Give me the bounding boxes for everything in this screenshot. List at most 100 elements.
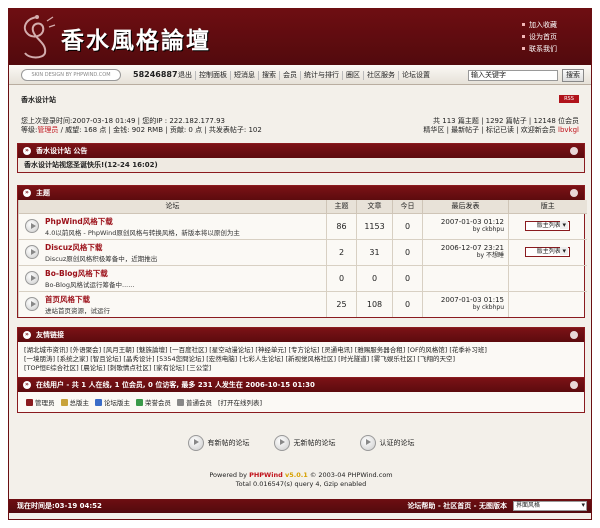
today-count: 0 bbox=[392, 264, 423, 291]
posts-count: 108 bbox=[356, 290, 393, 317]
last-post-date[interactable]: 2007-01-03 01:15 bbox=[423, 296, 504, 304]
menu-circle[interactable]: 圈区 bbox=[343, 71, 364, 80]
dragon-logo-icon bbox=[23, 15, 56, 59]
links-header: » 友情链接 bbox=[18, 328, 584, 342]
moderator-select[interactable]: 版主列表 bbox=[525, 221, 571, 231]
skin-button[interactable]: SKIN DESIGN BY PHPWIND.COM bbox=[21, 69, 121, 81]
col-topics: 主题 bbox=[326, 200, 357, 214]
status-bar: 现在时间是:03-19 04:52 论坛帮助 - 社区首页 - 无图版本 界面风… bbox=[9, 499, 591, 513]
col-last-post: 最后发表 bbox=[422, 200, 509, 214]
last-post-by[interactable]: by ckbhpu bbox=[423, 226, 504, 234]
super-mod-icon bbox=[60, 398, 68, 406]
bullet-icon: » bbox=[23, 331, 31, 339]
menu-settings[interactable]: 论坛设置 bbox=[399, 71, 433, 80]
forum-section: » 主题 论坛 主题 文章 今日 最后发表 版主 PhpWind风格下载 4.0以前… bbox=[17, 185, 587, 318]
contact-us-link[interactable]: 联系我们 bbox=[521, 43, 581, 55]
forum-desc: 进站首页资源，试运行 bbox=[45, 306, 110, 315]
last-post-by[interactable]: by 不想睡 bbox=[423, 252, 504, 260]
collapse-icon[interactable] bbox=[570, 189, 578, 197]
bullet-icon: » bbox=[23, 189, 31, 197]
menu-services[interactable]: 社区服务 bbox=[364, 71, 399, 80]
forum-status-icon bbox=[25, 219, 39, 233]
query-stats: Total 0.016547(s) query 4, Gzip enabled bbox=[235, 480, 367, 488]
topics-count: 2 bbox=[326, 238, 357, 265]
posts-count: 0 bbox=[356, 264, 393, 291]
set-homepage-link[interactable]: 设为首页 bbox=[521, 31, 581, 43]
links-line[interactable]: [TOP恒E综合社区] [晨论坛] [刺歌情点社区] [家有论坛] [三公堂] bbox=[24, 364, 578, 373]
site-title: 香水風格論壇 bbox=[61, 27, 211, 54]
collapse-icon[interactable] bbox=[570, 381, 578, 389]
forum-name[interactable]: 首页风格下载 bbox=[45, 294, 110, 305]
user-id: 58246887 bbox=[133, 70, 178, 79]
notice-section: » 香水设计站 公告 香水设计站视您圣诞快乐!(12-24 16:02) bbox=[17, 143, 585, 173]
bullet-icon: » bbox=[23, 147, 31, 155]
menu-items: 退出 控制面板 短消息 搜索 会员 统计与排行 圈区 社区服务 论坛设置 bbox=[175, 71, 433, 80]
user-stats: 等级:管理员 / 威望: 168 点 | 金钱: 902 RMB | 贡献: 0… bbox=[21, 126, 262, 134]
honor-icon bbox=[136, 398, 143, 406]
last-post-date[interactable]: 2006-12-07 23:21 bbox=[423, 244, 504, 252]
forum-status-icon bbox=[25, 297, 39, 312]
topics-count: 0 bbox=[326, 264, 357, 291]
header-banner: 香水風格論壇 加入收藏 设为首页 联系我们 bbox=[9, 9, 591, 65]
links-list: [湖北城市资讯] [外语聚会] [风月王朝] [魅族論壇] [一百度社区] [星… bbox=[18, 342, 584, 377]
collapse-icon[interactable] bbox=[570, 147, 578, 155]
col-moderator: 版主 bbox=[508, 200, 587, 214]
forum-name[interactable]: PhpWind风格下载 bbox=[45, 216, 240, 227]
search-input[interactable]: 输入关键字 bbox=[468, 70, 558, 81]
col-today: 今日 bbox=[392, 200, 423, 214]
posts-count: 1153 bbox=[356, 212, 393, 239]
online-legend: 管理员 总版主 论坛版主 荣誉会员 普通会员 [打开在线列表] bbox=[18, 392, 584, 412]
links-line[interactable]: [一境朋涛] [系统之家] [智且论坛] [晶秀设计] [5354您問论坛] [… bbox=[24, 355, 578, 364]
new-member-link[interactable]: lbvkgl bbox=[558, 126, 579, 134]
totals: 共 113 篇主题 | 1292 篇帖子 | 12148 位会员 bbox=[433, 117, 579, 125]
table-row: Discuz风格下载 Discuz原创风格积极筹备中，近期推出 2 31 0 20… bbox=[18, 238, 587, 265]
add-favorite-link[interactable]: 加入收藏 bbox=[521, 19, 581, 31]
forum-name[interactable]: Discuz风格下载 bbox=[45, 242, 157, 253]
footer-links[interactable]: 论坛帮助 - 社区首页 - 无图版本 bbox=[407, 499, 507, 513]
forum-desc: 4.0以前风格 - PhpWind原创风格与转换风格，新版本将以原创为主 bbox=[45, 228, 240, 237]
posts-count: 31 bbox=[356, 238, 393, 265]
powered-by: Powered by PHPWind v5.0.1 © 2003-04 PHPW… bbox=[9, 471, 591, 489]
collapse-icon[interactable] bbox=[570, 331, 578, 339]
phpwind-link[interactable]: PHPWind bbox=[249, 471, 283, 479]
links-line[interactable]: [湖北城市资讯] [外语聚会] [风月王朝] [魅族論壇] [一百度社区] [星… bbox=[24, 346, 578, 355]
admin-icon bbox=[26, 398, 33, 406]
forum-desc: Bo-Blog风格试运行筹备中...... bbox=[45, 280, 135, 289]
top-links: 加入收藏 设为首页 联系我们 bbox=[521, 19, 581, 55]
topics-count: 25 bbox=[326, 290, 357, 317]
menu-logout[interactable]: 退出 bbox=[175, 71, 196, 80]
open-online-list-link[interactable]: [打开在线列表] bbox=[218, 397, 262, 407]
menu-control-panel[interactable]: 控制面板 bbox=[196, 71, 231, 80]
menu-messages[interactable]: 短消息 bbox=[231, 71, 259, 80]
today-count: 0 bbox=[392, 290, 423, 317]
verified-forum-icon bbox=[359, 435, 376, 451]
rss-badge[interactable]: RSS bbox=[559, 95, 579, 103]
search-button[interactable]: 搜索 bbox=[562, 69, 584, 82]
breadcrumb-label[interactable]: 香水设计站 bbox=[21, 95, 56, 105]
forum-header: » 主题 bbox=[18, 186, 584, 200]
notice-text[interactable]: 香水设计站视您圣诞快乐!(12-24 16:02) bbox=[18, 158, 584, 172]
user-info: 您上次登录时间:2007-03-18 01:49 | 您的IP : 222.18… bbox=[21, 117, 361, 135]
forum-name[interactable]: Bo-Blog风格下载 bbox=[45, 268, 134, 279]
menu-stats[interactable]: 统计与排行 bbox=[301, 71, 343, 80]
online-header: » 在线用户 - 共 1 人在线, 1 位会员, 0 位访客, 最多 231 人发… bbox=[18, 378, 584, 392]
style-select[interactable]: 界面风格 bbox=[513, 501, 587, 511]
breadcrumb: 香水设计站 RSS bbox=[17, 93, 585, 107]
today-count: 0 bbox=[392, 212, 423, 239]
today-count: 0 bbox=[392, 238, 423, 265]
current-time: 现在时间是:03-19 04:52 bbox=[17, 502, 102, 510]
last-post-date[interactable]: 2007-01-03 01:12 bbox=[423, 218, 504, 226]
notice-header: » 香水设计站 公告 bbox=[18, 144, 584, 158]
moderator-select[interactable]: 版主列表 bbox=[525, 247, 571, 257]
menu-search[interactable]: 搜索 bbox=[259, 71, 280, 80]
menu-members[interactable]: 会员 bbox=[280, 71, 301, 80]
col-posts: 文章 bbox=[356, 200, 393, 214]
forum-legend: 有新帖的论坛 无新帖的论坛 认证的论坛 bbox=[9, 435, 591, 451]
topics-count: 86 bbox=[326, 212, 357, 239]
bullet-icon: » bbox=[23, 381, 31, 389]
page-frame: 香水風格論壇 加入收藏 设为首页 联系我们 SKIN DESIGN BY PHP… bbox=[8, 8, 592, 520]
last-post-by[interactable]: by ckbhpu bbox=[423, 304, 504, 312]
mod-icon bbox=[95, 398, 102, 406]
member-icon bbox=[177, 398, 184, 406]
new-posts-icon bbox=[187, 435, 204, 451]
